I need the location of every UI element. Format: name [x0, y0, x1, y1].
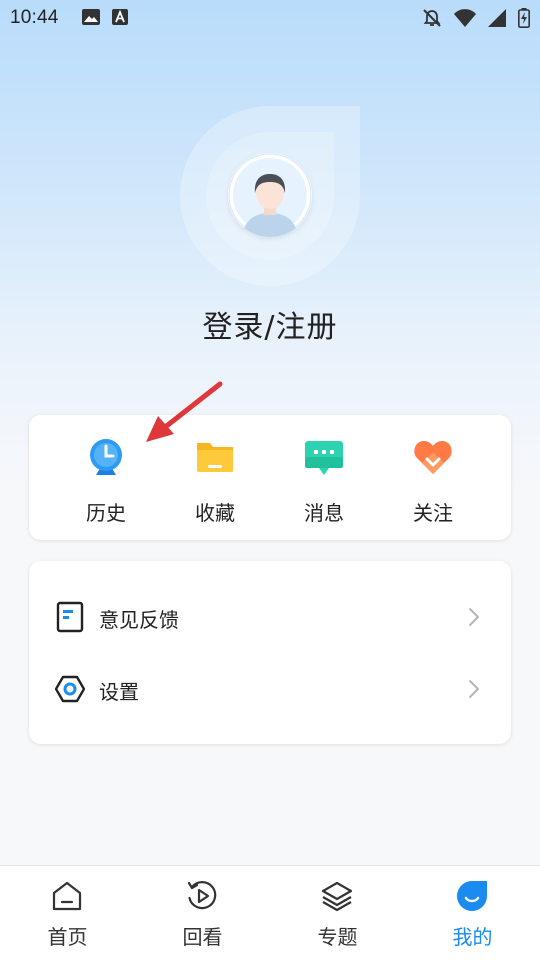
quick-actions-card: 历史 收藏 消息 关注 — [29, 415, 511, 540]
quick-action-label: 历史 — [86, 501, 126, 525]
history-icon — [90, 439, 122, 475]
replay-icon — [187, 881, 217, 910]
quick-action-messages[interactable]: 消息 — [269, 415, 379, 540]
menu-card: 意见反馈 设置 — [29, 561, 511, 744]
quick-action-label: 消息 — [304, 501, 344, 525]
tab-label: 专题 — [317, 925, 358, 949]
a-letter-icon — [112, 9, 128, 25]
login-register-link[interactable]: 登录/注册 — [0, 302, 540, 346]
tab-topics[interactable]: 专题 — [270, 866, 405, 961]
wifi-icon — [454, 9, 476, 27]
layers-icon — [321, 881, 353, 912]
annotation-arrow — [146, 381, 223, 442]
status-time: 10:44 — [10, 7, 59, 28]
tab-replay[interactable]: 回看 — [135, 866, 270, 961]
tab-label: 回看 — [182, 925, 223, 949]
default-avatar-icon — [228, 153, 312, 237]
menu-item-feedback[interactable]: 意见反馈 — [29, 587, 511, 647]
notifications-off-icon — [423, 9, 441, 27]
feedback-icon — [56, 601, 84, 633]
tab-home[interactable]: 首页 — [0, 866, 135, 961]
chevron-right-icon — [469, 680, 479, 698]
quick-action-label: 收藏 — [195, 501, 235, 525]
battery-charging-icon — [518, 8, 530, 28]
bottom-tab-bar: 首页 回看 专题 我的 — [0, 865, 540, 961]
status-bar: 10:44 — [0, 0, 540, 36]
menu-item-label: 意见反馈 — [99, 608, 179, 632]
home-icon — [52, 881, 82, 911]
tab-label: 我的 — [452, 925, 493, 949]
quick-action-label: 关注 — [413, 501, 453, 525]
tab-label: 首页 — [47, 925, 88, 949]
message-icon — [305, 441, 343, 475]
settings-icon — [55, 675, 85, 703]
image-icon — [82, 9, 100, 25]
tab-mine[interactable]: 我的 — [405, 866, 540, 961]
avatar[interactable] — [228, 153, 312, 237]
heart-follow-icon — [414, 440, 452, 474]
menu-item-settings[interactable]: 设置 — [29, 659, 511, 719]
chevron-right-icon — [469, 608, 479, 626]
cellular-icon — [488, 9, 506, 27]
profile-drop-icon — [457, 881, 487, 911]
menu-item-label: 设置 — [99, 680, 139, 704]
quick-action-follow[interactable]: 关注 — [378, 415, 488, 540]
